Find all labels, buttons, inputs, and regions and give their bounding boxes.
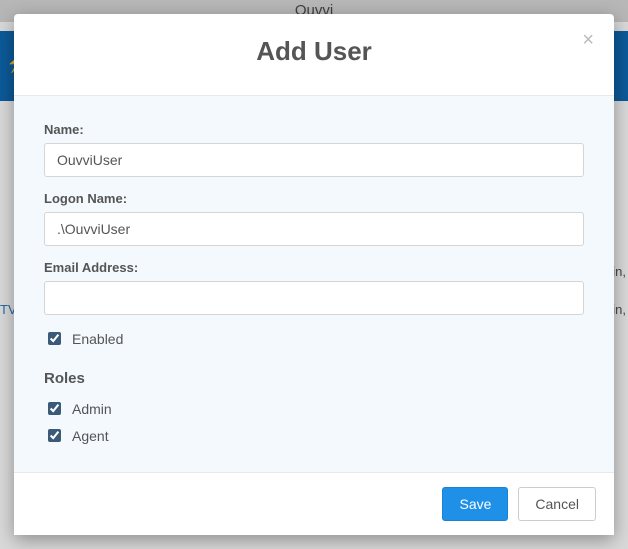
role-row-agent: Agent	[44, 426, 584, 445]
modal-footer: Save Cancel	[14, 472, 614, 535]
logon-name-label: Logon Name:	[44, 191, 584, 206]
logon-name-group: Logon Name:	[44, 191, 584, 246]
role-agent-label: Agent	[72, 428, 109, 444]
logon-name-input[interactable]	[44, 212, 584, 246]
name-label: Name:	[44, 122, 584, 137]
name-group: Name:	[44, 122, 584, 177]
enabled-row: Enabled	[44, 329, 584, 348]
role-row-admin: Admin	[44, 399, 584, 418]
enabled-label: Enabled	[72, 331, 123, 347]
role-admin-checkbox[interactable]	[48, 402, 61, 415]
name-input[interactable]	[44, 143, 584, 177]
cancel-button[interactable]: Cancel	[518, 487, 596, 521]
modal-title: Add User	[256, 36, 372, 66]
roles-heading: Roles	[44, 370, 584, 387]
role-agent-checkbox[interactable]	[48, 429, 61, 442]
modal-header: Add User ×	[14, 14, 614, 96]
save-button[interactable]: Save	[442, 487, 508, 521]
email-group: Email Address:	[44, 260, 584, 315]
email-label: Email Address:	[44, 260, 584, 275]
add-user-modal: Add User × Name: Logon Name: Email Addre…	[14, 14, 614, 535]
close-icon[interactable]: ×	[578, 28, 598, 52]
enabled-checkbox[interactable]	[48, 332, 61, 345]
role-admin-label: Admin	[72, 401, 112, 417]
modal-body: Name: Logon Name: Email Address: Enabled…	[14, 96, 614, 472]
email-input[interactable]	[44, 281, 584, 315]
